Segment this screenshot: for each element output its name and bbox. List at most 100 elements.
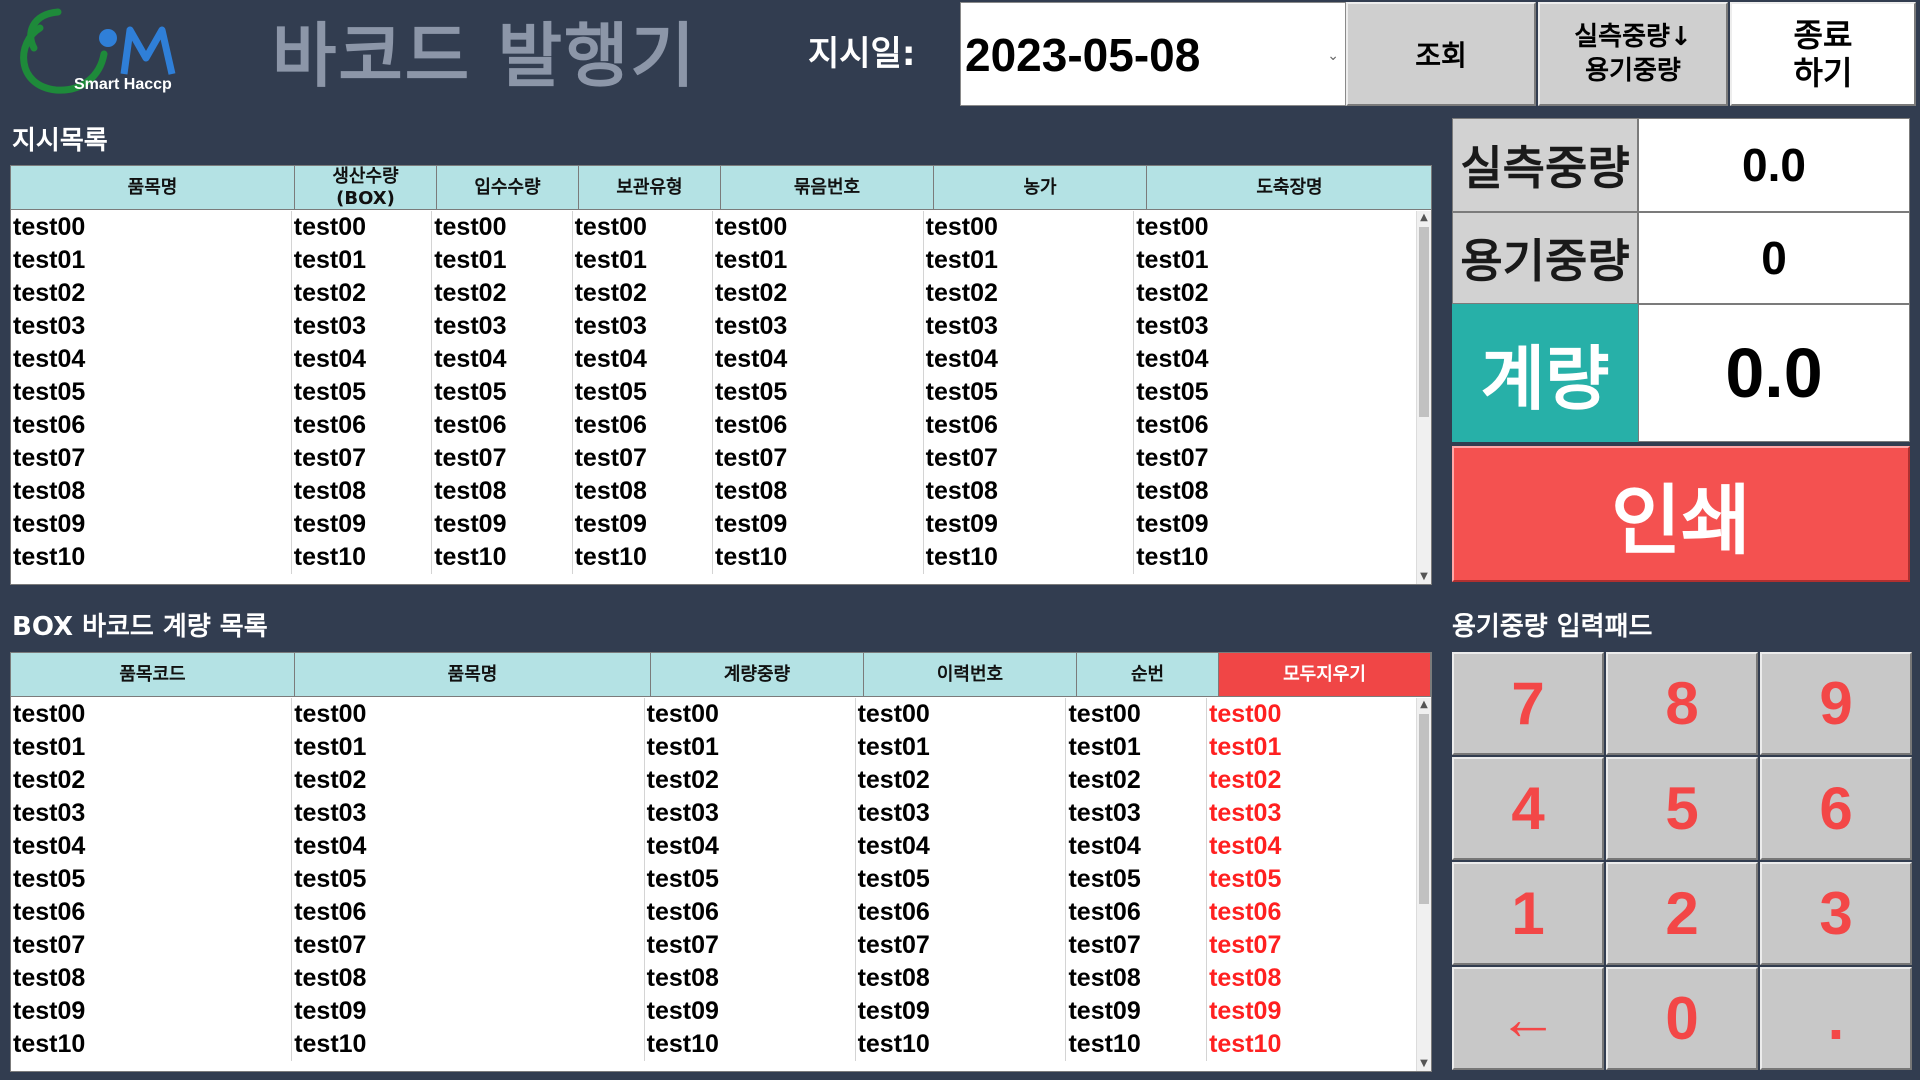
table-cell: test02 <box>11 277 292 310</box>
table-cell: test10 <box>856 1028 1067 1061</box>
table-cell: test08 <box>645 962 856 995</box>
swap-weight-button[interactable]: 실측중량↓ 용기중량 <box>1538 2 1728 106</box>
order-date-picker[interactable]: 2023-05-08 ⌄ <box>960 2 1346 106</box>
table-cell: test03 <box>292 310 433 343</box>
table-row[interactable]: test04 test04 test04 test04 test04 test04 test… <box>11 343 1417 376</box>
table-cell: test01 <box>11 244 292 277</box>
table-cell: test08 <box>432 475 573 508</box>
table-cell: test02 <box>292 764 645 797</box>
keypad-key-8[interactable]: 8 <box>1606 652 1758 755</box>
table-cell: test03 <box>856 797 1067 830</box>
weigh-value: 0.0 <box>1638 304 1910 442</box>
keypad-key-2[interactable]: 2 <box>1606 862 1758 965</box>
clear-all-button[interactable]: 모두지우기 <box>1219 653 1431 697</box>
table-cell: test03 <box>11 797 293 830</box>
table-row[interactable]: test01 test01 test01 test01 test01 test01 test… <box>11 244 1417 277</box>
table-cell: test07 <box>713 442 924 475</box>
table-row[interactable]: test06 test06 test06 test06 test06 test06 test… <box>11 409 1417 442</box>
table-cell: test08 <box>924 475 1135 508</box>
orders-scroll-thumb[interactable] <box>1419 227 1429 417</box>
table-cell: test10 <box>713 541 924 574</box>
table-row[interactable]: test00 test00 test00 test00 test00 test00 <box>11 698 1417 731</box>
search-button[interactable]: 조회 <box>1346 2 1536 106</box>
table-row[interactable]: test09 test09 test09 test09 test09 test09 <box>11 995 1417 1028</box>
table-cell: test00 <box>11 698 293 731</box>
table-row[interactable]: test05 test05 test05 test05 test05 test05 test… <box>11 376 1417 409</box>
table-cell: test06 <box>292 896 645 929</box>
box-list-grid-body[interactable]: test00 test00 test00 test00 test00 test00 test… <box>11 698 1417 1071</box>
table-cell: test05 <box>1134 376 1417 409</box>
table-cell: test04 <box>573 343 714 376</box>
table-row[interactable]: test04 test04 test04 test04 test04 test04 <box>11 830 1417 863</box>
print-button[interactable]: 인쇄 <box>1452 446 1910 582</box>
swap-weight-line2: 용기중량 <box>1585 56 1681 86</box>
keypad-key-1[interactable]: 1 <box>1452 862 1604 965</box>
orders-section-title: 지시목록 <box>12 126 108 156</box>
box-list-scroll-thumb[interactable] <box>1419 714 1429 904</box>
table-row[interactable]: test02 test02 test02 test02 test02 test02 <box>11 764 1417 797</box>
table-cell: test03 <box>292 797 645 830</box>
orders-grid[interactable]: 품목명 생산수량 (BOX) 입수수량 보관유형 묶음번호 농가 도축장명 test00 te… <box>10 165 1432 585</box>
box-list-scrollbar[interactable]: ▲ ▼ <box>1416 698 1431 1071</box>
table-cell: test06 <box>11 896 293 929</box>
table-cell: test00 <box>924 211 1135 244</box>
exit-button[interactable]: 종료 하기 <box>1730 2 1916 106</box>
scroll-down-icon[interactable]: ▼ <box>1417 1057 1431 1071</box>
table-cell: test00 <box>11 211 292 244</box>
table-cell: test02 <box>1066 764 1208 797</box>
column-header: 보관유형 <box>579 166 721 210</box>
table-cell: test07 <box>924 442 1135 475</box>
keypad-key-3[interactable]: 3 <box>1760 862 1912 965</box>
keypad-key-6[interactable]: 6 <box>1760 757 1912 860</box>
column-header: 입수수량 <box>437 166 579 210</box>
keypad-key-7[interactable]: 7 <box>1452 652 1604 755</box>
table-row[interactable]: test07 test07 test07 test07 test07 test07 <box>11 929 1417 962</box>
table-cell: test01 <box>11 731 293 764</box>
table-row[interactable]: test03 test03 test03 test03 test03 test03 test… <box>11 310 1417 343</box>
table-row[interactable]: test08 test08 test08 test08 test08 test08 <box>11 962 1417 995</box>
table-cell: test00 <box>645 698 856 731</box>
scroll-down-icon[interactable]: ▼ <box>1417 570 1431 584</box>
table-cell: test04 <box>856 830 1067 863</box>
table-row[interactable]: test01 test01 test01 test01 test01 test01 <box>11 731 1417 764</box>
table-cell: test06 <box>924 409 1135 442</box>
table-row[interactable]: test00 test00 test00 test00 test00 test00 test… <box>11 211 1417 244</box>
table-cell: test10 <box>645 1028 856 1061</box>
table-cell: test00 <box>856 698 1067 731</box>
keypad-key-0[interactable]: 0 <box>1606 967 1758 1070</box>
keypad-key-4[interactable]: 4 <box>1452 757 1604 860</box>
scroll-up-icon[interactable]: ▲ <box>1417 698 1431 712</box>
table-row[interactable]: test03 test03 test03 test03 test03 test03 <box>11 797 1417 830</box>
table-row[interactable]: test02 test02 test02 test02 test02 test02 test… <box>11 277 1417 310</box>
table-cell: test06 <box>292 409 433 442</box>
scroll-up-icon[interactable]: ▲ <box>1417 211 1431 225</box>
box-list-grid-header: 품목코드 품목명 계량중량 이력번호 순번 모두지우기 <box>11 653 1431 697</box>
table-cell: test06 <box>856 896 1067 929</box>
table-cell: test01 <box>1207 731 1417 764</box>
table-cell: test09 <box>292 508 433 541</box>
table-cell: test04 <box>11 830 293 863</box>
orders-scrollbar[interactable]: ▲ ▼ <box>1416 211 1431 584</box>
table-cell: test01 <box>292 731 645 764</box>
table-row[interactable]: test05 test05 test05 test05 test05 test05 <box>11 863 1417 896</box>
keypad-key-9[interactable]: 9 <box>1760 652 1912 755</box>
table-row[interactable]: test06 test06 test06 test06 test06 test06 <box>11 896 1417 929</box>
table-cell: test02 <box>573 277 714 310</box>
decimal-key[interactable]: . <box>1760 967 1912 1070</box>
table-row[interactable]: test09 test09 test09 test09 test09 test09 test… <box>11 508 1417 541</box>
order-date-label: 지시일: <box>808 34 916 74</box>
table-cell: test08 <box>856 962 1067 995</box>
table-cell: test01 <box>924 244 1135 277</box>
backspace-key[interactable]: ← <box>1452 967 1604 1070</box>
table-cell: test04 <box>292 343 433 376</box>
table-row[interactable]: test07 test07 test07 test07 test07 test07 test… <box>11 442 1417 475</box>
smart-haccp-logo: Smart Haccp <box>12 8 182 100</box>
orders-grid-body[interactable]: test00 test00 test00 test00 test00 test00 test… <box>11 211 1417 584</box>
box-list-grid[interactable]: 품목코드 품목명 계량중량 이력번호 순번 모두지우기 test00 test00 test0… <box>10 652 1432 1072</box>
table-cell: test07 <box>11 442 292 475</box>
table-row[interactable]: test08 test08 test08 test08 test08 test08 test… <box>11 475 1417 508</box>
chevron-down-icon[interactable]: ⌄ <box>1327 48 1339 64</box>
table-row[interactable]: test10 test10 test10 test10 test10 test10 test… <box>11 541 1417 574</box>
keypad-key-5[interactable]: 5 <box>1606 757 1758 860</box>
table-row[interactable]: test10 test10 test10 test10 test10 test10 <box>11 1028 1417 1061</box>
